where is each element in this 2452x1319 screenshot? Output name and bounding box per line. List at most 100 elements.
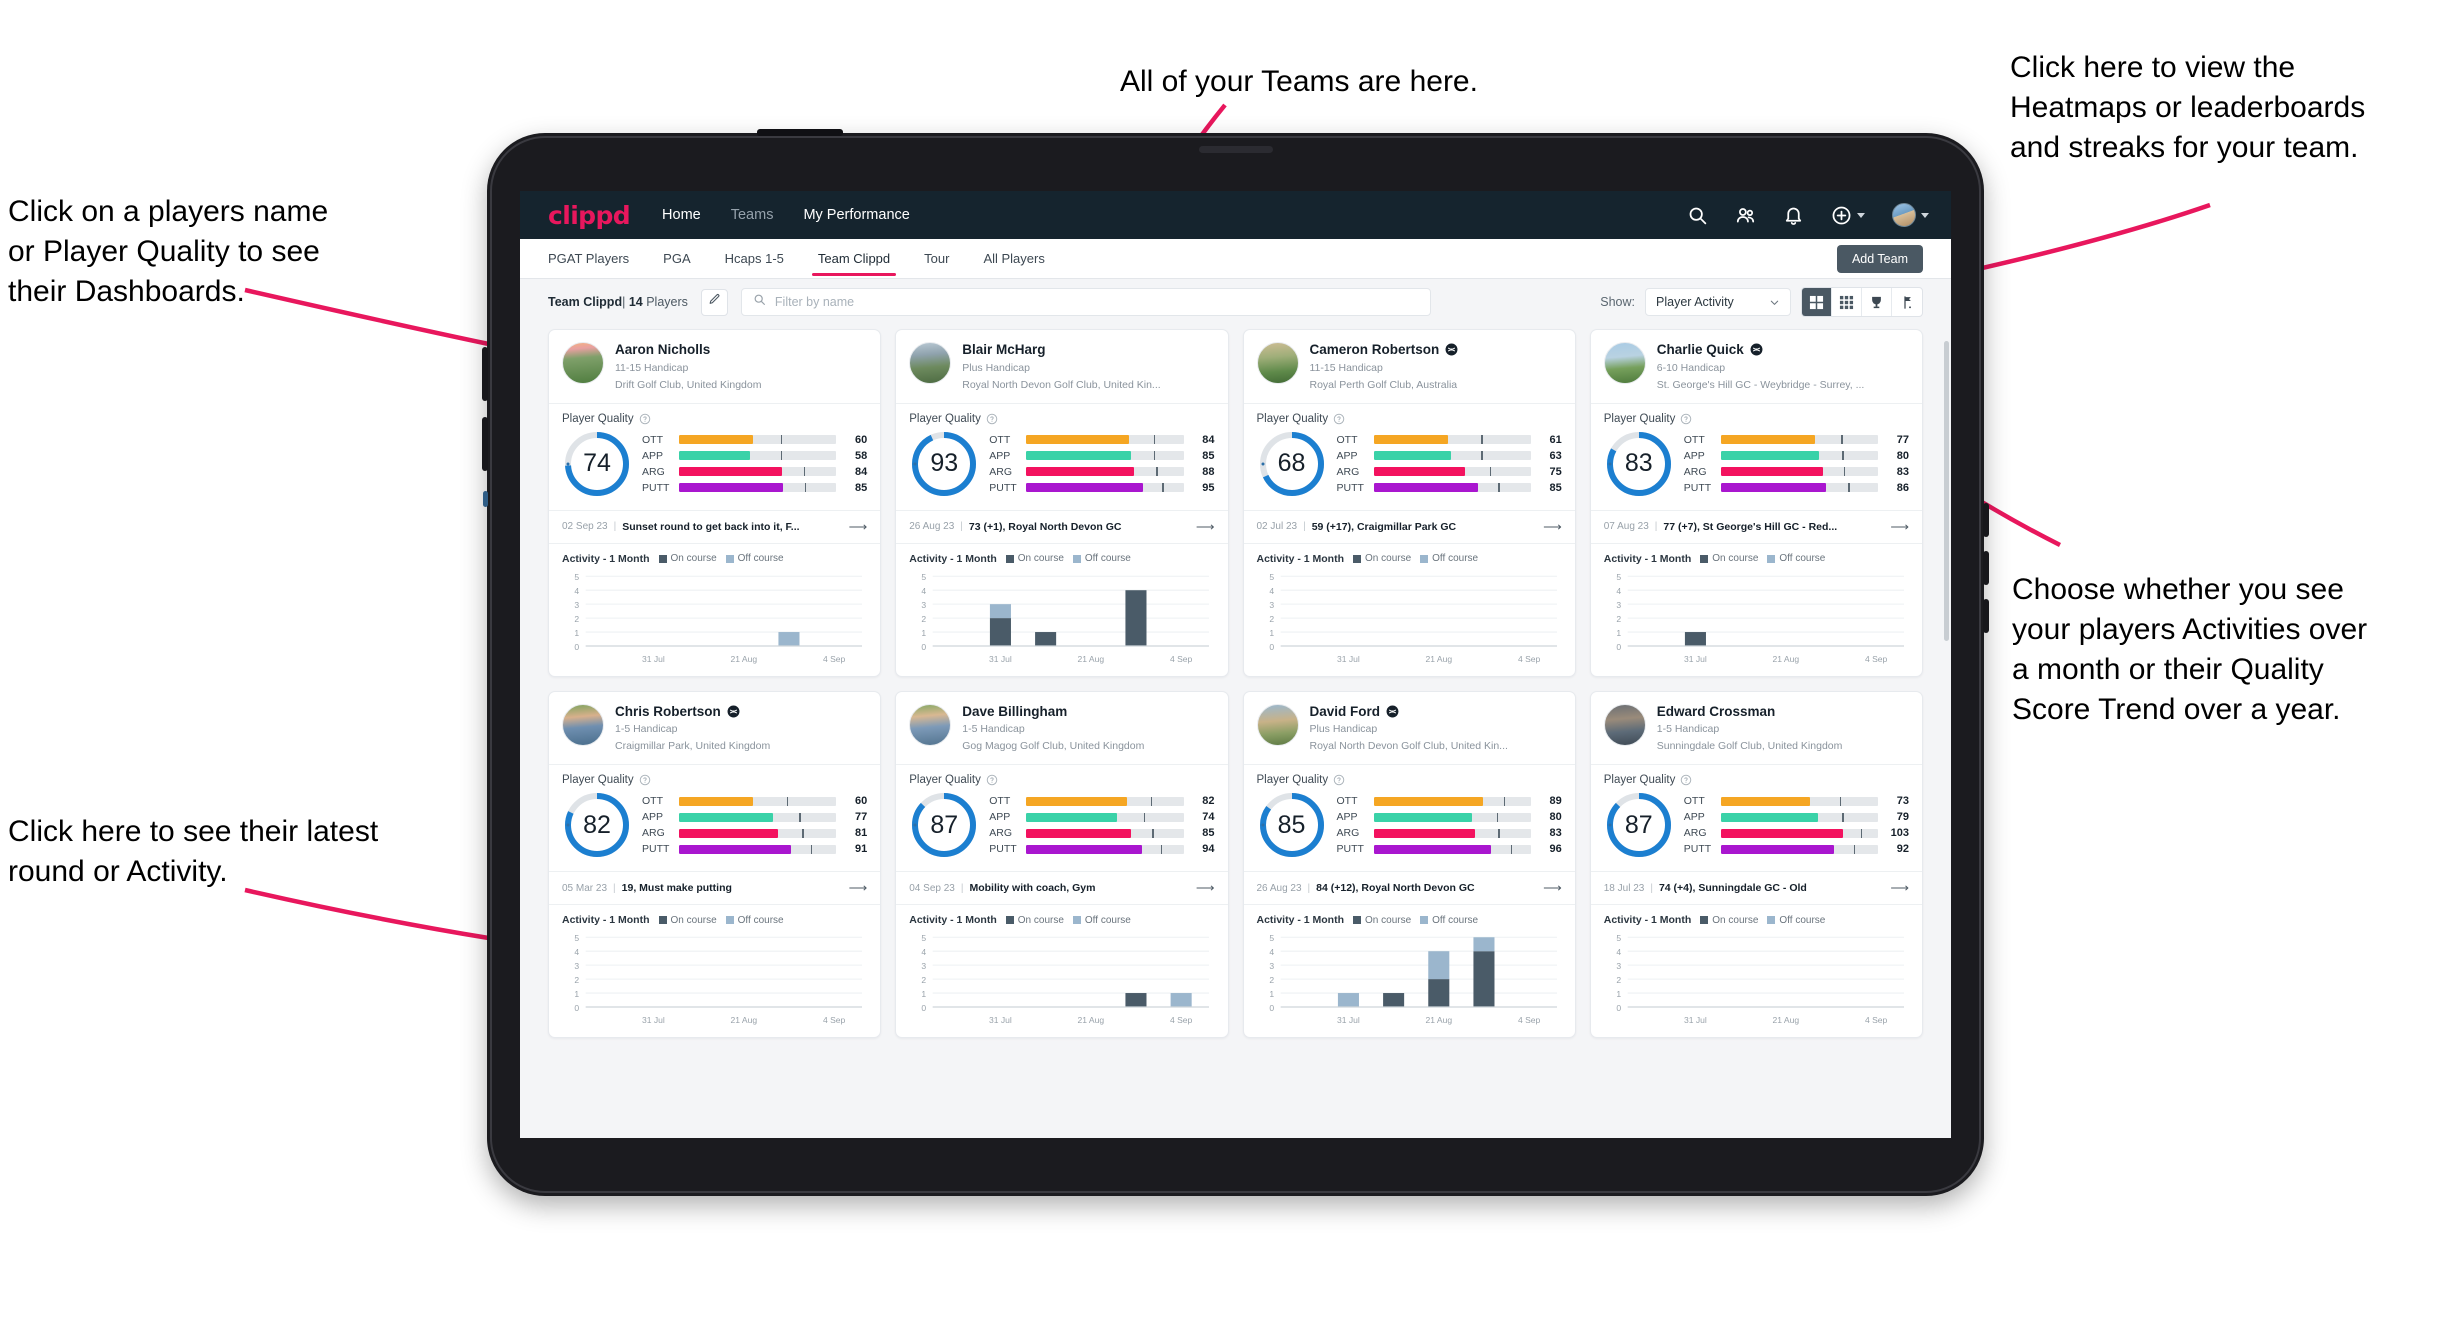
player-name[interactable]: Chris Robertson	[615, 704, 770, 720]
arrow-right-icon[interactable]: ⟶	[849, 880, 868, 896]
player-card[interactable]: Chris Robertson 1-5 Handicap Craigmillar…	[548, 690, 882, 1039]
player-name[interactable]: David Ford	[1310, 704, 1508, 720]
player-quality-body[interactable]: 74 OTT 60 APP 58 ARG 84 PUTT 85	[549, 427, 880, 510]
player-quality-body[interactable]: 93 OTT 84 APP 85 ARG 88 PUTT 95	[896, 427, 1227, 510]
player-avatar[interactable]	[1256, 703, 1299, 746]
player-card[interactable]: David Ford Plus Handicap Royal North Dev…	[1242, 690, 1576, 1039]
player-quality-body[interactable]: 68 OTT 61 APP 63 ARG 75 PUTT 85	[1244, 427, 1575, 510]
add-team-button[interactable]: Add Team	[1836, 244, 1923, 273]
account-menu-button[interactable]	[1892, 203, 1929, 227]
player-card[interactable]: Blair McHarg Plus Handicap Royal North D…	[895, 329, 1229, 677]
player-card-header[interactable]: David Ford Plus Handicap Royal North Dev…	[1244, 692, 1575, 765]
side-button-3[interactable]	[1983, 599, 1989, 633]
quality-score-ring[interactable]: 83	[1604, 429, 1674, 499]
add-menu-button[interactable]	[1831, 205, 1865, 226]
player-card-header[interactable]: Charlie Quick 6-10 Handicap St. George's…	[1591, 330, 1922, 403]
clippd-logo[interactable]: clippd	[548, 201, 631, 230]
player-card[interactable]: Edward Crossman 1-5 Handicap Sunningdale…	[1589, 690, 1923, 1039]
player-name[interactable]: Charlie Quick	[1657, 342, 1865, 358]
player-quality-body[interactable]: 83 OTT 77 APP 80 ARG 83 PUTT 86	[1591, 427, 1922, 510]
arrow-right-icon[interactable]: ⟶	[849, 519, 868, 535]
player-name[interactable]: Aaron Nicholls	[615, 342, 761, 358]
player-card-header[interactable]: Dave Billingham 1-5 Handicap Gog Magog G…	[896, 692, 1227, 765]
player-quality-body[interactable]: 85 OTT 89 APP 80 ARG 83 PUTT 96	[1244, 788, 1575, 871]
latest-round-row[interactable]: 18 Jul 23 | 74 (+4), Sunningdale GC - Ol…	[1590, 871, 1922, 904]
top-button[interactable]	[757, 129, 843, 136]
latest-round-row[interactable]: 26 Aug 23 | 73 (+1), Royal North Devon G…	[896, 509, 1228, 543]
player-quality-body[interactable]: 82 OTT 60 APP 77 ARG 81 PUTT 91	[549, 788, 880, 871]
vertical-scrollbar[interactable]	[1944, 341, 1949, 641]
view-mode-leaderboard-view[interactable]	[1862, 288, 1892, 316]
nav-link-my-performance[interactable]: My Performance	[803, 207, 909, 223]
arrow-right-icon[interactable]: ⟶	[1543, 519, 1562, 535]
arrow-right-icon[interactable]: ⟶	[1196, 519, 1215, 535]
arrow-right-icon[interactable]: ⟶	[1543, 880, 1562, 896]
latest-round-row[interactable]: 02 Sep 23 | Sunset round to get back int…	[549, 509, 881, 543]
show-mode-select[interactable]: Player Activity	[1645, 288, 1791, 316]
player-name[interactable]: Cameron Robertson	[1310, 342, 1459, 358]
quality-score-ring[interactable]: 85	[1257, 790, 1327, 860]
quality-score-ring[interactable]: 82	[562, 790, 632, 860]
player-card[interactable]: Dave Billingham 1-5 Handicap Gog Magog G…	[895, 690, 1229, 1039]
tab-pga[interactable]: PGA	[663, 239, 690, 279]
player-card-header[interactable]: Aaron Nicholls 11-15 Handicap Drift Golf…	[549, 330, 880, 403]
player-card-header[interactable]: Cameron Robertson 11-15 Handicap Royal P…	[1244, 330, 1575, 403]
view-mode-compact-view[interactable]	[1832, 288, 1862, 316]
metric-bar	[1026, 844, 1184, 854]
quality-score-ring[interactable]: 87	[1604, 790, 1674, 860]
volume-up-button[interactable]	[482, 347, 488, 401]
latest-round-row[interactable]: 04 Sep 23 | Mobility with coach, Gym ⟶	[896, 871, 1228, 904]
tab-hcaps-1-5[interactable]: Hcaps 1-5	[725, 239, 784, 279]
player-avatar[interactable]	[1256, 342, 1299, 384]
quality-score-ring[interactable]: 74	[562, 429, 632, 499]
player-card[interactable]: Aaron Nicholls 11-15 Handicap Drift Golf…	[548, 329, 882, 677]
player-avatar[interactable]	[1603, 703, 1646, 746]
metric-row: ARG 75	[1337, 466, 1562, 478]
player-card-header[interactable]: Blair McHarg Plus Handicap Royal North D…	[896, 330, 1227, 403]
search-field-wrapper[interactable]	[740, 288, 1431, 316]
nav-link-home[interactable]: Home	[662, 207, 701, 223]
player-quality-body[interactable]: 87 OTT 73 APP 79 ARG 103 PUTT 92	[1591, 788, 1922, 871]
volume-down-button[interactable]	[482, 417, 488, 471]
player-name[interactable]: Edward Crossman	[1657, 704, 1843, 720]
people-icon[interactable]	[1735, 205, 1756, 226]
player-avatar[interactable]	[1603, 342, 1646, 384]
player-card[interactable]: Charlie Quick 6-10 Handicap St. George's…	[1589, 329, 1923, 677]
arrow-right-icon[interactable]: ⟶	[1890, 880, 1909, 896]
latest-round-row[interactable]: 26 Aug 23 | 84 (+12), Royal North Devon …	[1243, 871, 1575, 904]
player-quality-body[interactable]: 87 OTT 82 APP 74 ARG 85 PUTT 94	[896, 788, 1227, 871]
player-card-header[interactable]: Chris Robertson 1-5 Handicap Craigmillar…	[549, 692, 880, 765]
player-avatar[interactable]	[909, 703, 952, 746]
tab-tour[interactable]: Tour	[924, 239, 949, 279]
player-avatar[interactable]	[909, 342, 952, 384]
arrow-right-icon[interactable]: ⟶	[1890, 519, 1909, 535]
avatar[interactable]	[1892, 203, 1916, 227]
edit-team-button[interactable]	[700, 288, 728, 316]
tab-pgat-players[interactable]: PGAT Players	[548, 239, 629, 279]
player-avatar[interactable]	[562, 342, 604, 384]
tab-team-clippd[interactable]: Team Clippd	[811, 239, 897, 279]
search-input[interactable]	[774, 295, 1419, 309]
player-card-header[interactable]: Edward Crossman 1-5 Handicap Sunningdale…	[1591, 692, 1922, 765]
tab-all-players[interactable]: All Players	[983, 239, 1044, 279]
question-circle-icon	[1681, 413, 1692, 425]
quality-score-ring[interactable]: 93	[909, 429, 979, 499]
side-button-1[interactable]	[1983, 503, 1989, 537]
player-name[interactable]: Blair McHarg	[962, 342, 1160, 358]
nav-link-teams[interactable]: Teams	[731, 207, 774, 223]
arrow-right-icon[interactable]: ⟶	[1196, 880, 1215, 896]
view-mode-grid-view[interactable]	[1802, 288, 1832, 316]
view-mode-course-view[interactable]	[1892, 288, 1922, 316]
bell-icon[interactable]	[1783, 205, 1804, 226]
player-avatar[interactable]	[562, 703, 604, 746]
player-name[interactable]: Dave Billingham	[962, 704, 1144, 720]
player-card[interactable]: Cameron Robertson 11-15 Handicap Royal P…	[1242, 329, 1576, 677]
quality-score-ring[interactable]: 68	[1257, 429, 1327, 499]
latest-round-row[interactable]: 02 Jul 23 | 59 (+17), Craigmillar Park G…	[1243, 509, 1575, 543]
latest-round-row[interactable]: 07 Aug 23 | 77 (+7), St George's Hill GC…	[1590, 509, 1922, 543]
latest-round-row[interactable]: 05 Mar 23 | 19, Must make putting ⟶	[549, 871, 881, 904]
plus-circle-icon[interactable]	[1831, 205, 1852, 226]
side-button-2[interactable]	[1983, 551, 1989, 585]
quality-score-ring[interactable]: 87	[909, 790, 979, 860]
search-icon[interactable]	[1687, 205, 1708, 226]
